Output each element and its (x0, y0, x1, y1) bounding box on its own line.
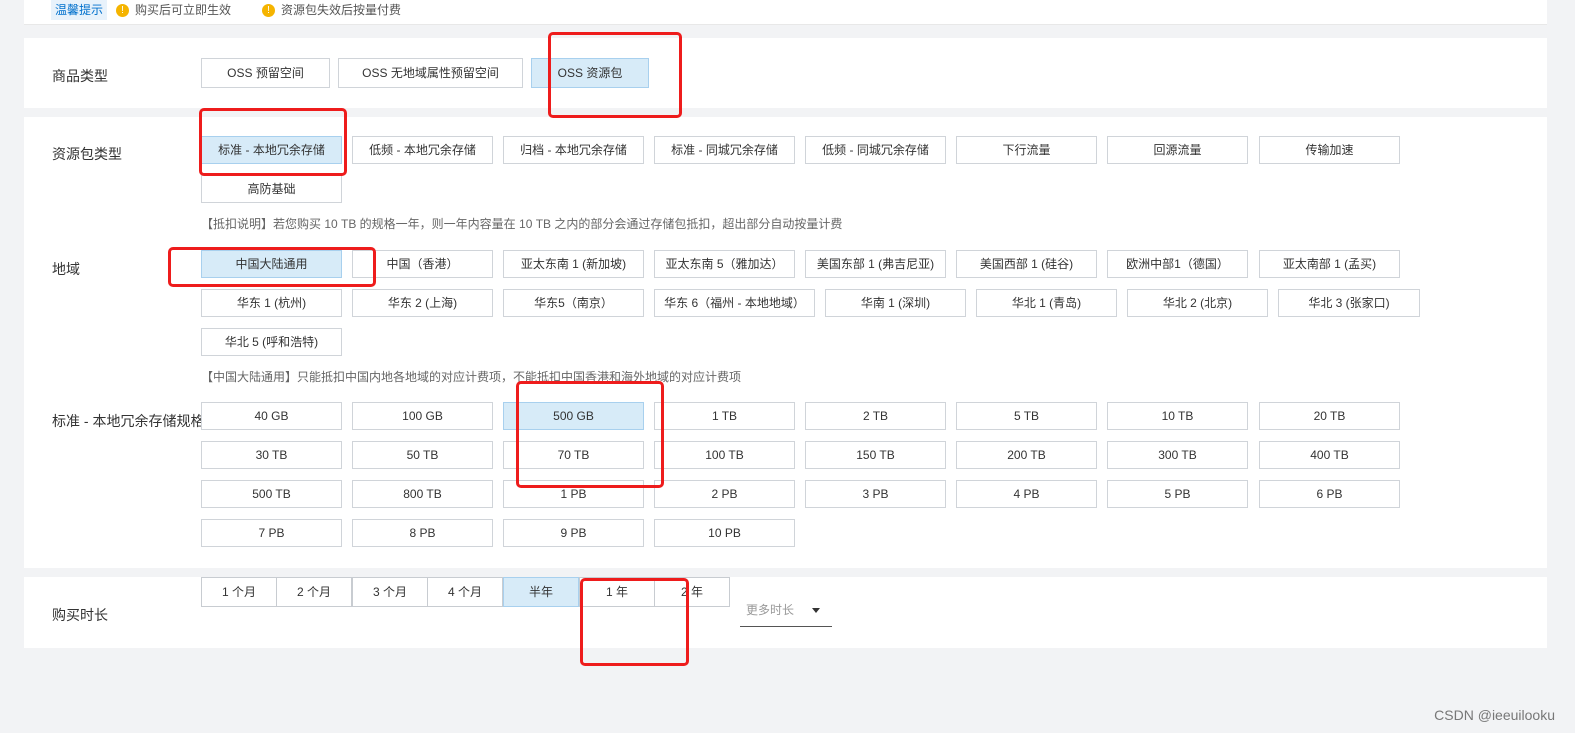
watermark: CSDN @ieeuilooku (1434, 707, 1555, 723)
duration-option-1[interactable]: 2 个月 (276, 577, 352, 607)
spec-option-8[interactable]: 30 TB (201, 441, 342, 469)
region-option-12[interactable]: 华南 1 (深圳) (825, 289, 966, 317)
spec-label: 标准 - 本地冗余存储规格 (52, 413, 205, 429)
package-option-5[interactable]: 下行流量 (956, 136, 1097, 164)
duration-option-3[interactable]: 4 个月 (427, 577, 503, 607)
region-option-5[interactable]: 美国西部 1 (硅谷) (956, 250, 1097, 278)
spec-option-23[interactable]: 6 PB (1259, 480, 1400, 508)
region-option-14[interactable]: 华北 2 (北京) (1127, 289, 1268, 317)
spec-option-25[interactable]: 8 PB (352, 519, 493, 547)
region-option-15[interactable]: 华北 3 (张家口) (1278, 289, 1420, 317)
spec-option-6[interactable]: 10 TB (1107, 402, 1248, 430)
spec-option-5[interactable]: 5 TB (956, 402, 1097, 430)
package-option-4[interactable]: 低频 - 同城冗余存储 (805, 136, 946, 164)
spec-option-26[interactable]: 9 PB (503, 519, 644, 547)
tips-tag: 温馨提示 (51, 0, 108, 20)
duration-option-5[interactable]: 1 年 (579, 577, 655, 607)
region-option-10[interactable]: 华东5（南京） (503, 289, 644, 317)
spec-option-20[interactable]: 3 PB (805, 480, 946, 508)
region-option-9[interactable]: 华东 2 (上海) (352, 289, 493, 317)
spec-option-24[interactable]: 7 PB (201, 519, 342, 547)
package-option-2[interactable]: 归档 - 本地冗余存储 (503, 136, 644, 164)
spec-option-3[interactable]: 1 TB (654, 402, 795, 430)
duration-option-6[interactable]: 2 年 (654, 577, 730, 607)
spec-option-22[interactable]: 5 PB (1107, 480, 1248, 508)
package-config-section: 资源包类型 标准 - 本地冗余存储 低频 - 本地冗余存储 归档 - 本地冗余存储标… (24, 117, 1547, 568)
spec-option-17[interactable]: 800 TB (352, 480, 493, 508)
spec-option-13[interactable]: 200 TB (956, 441, 1097, 469)
package-type-label: 资源包类型 (52, 146, 122, 162)
duration-option-2[interactable]: 3 个月 (352, 577, 428, 607)
product-type-section: 商品类型 OSS 预留空间 OSS 无地域属性预留空间 OSS 资源包 (24, 38, 1547, 108)
duration-option-4[interactable]: 半年 (503, 577, 579, 607)
duration-option-0[interactable]: 1 个月 (201, 577, 277, 607)
info-icon: ! (116, 3, 129, 17)
tips-bar: 温馨提示 ! 购买后可立即生效 ! 资源包失效后按量付费 (24, 0, 1547, 25)
package-option-0[interactable]: 标准 - 本地冗余存储 (201, 136, 342, 164)
spec-option-16[interactable]: 500 TB (201, 480, 342, 508)
tip-item: ! 购买后可立即生效 (116, 1, 231, 19)
region-option-4[interactable]: 美国东部 1 (弗吉尼亚) (805, 250, 946, 278)
spec-option-4[interactable]: 2 TB (805, 402, 946, 430)
package-option-6[interactable]: 回源流量 (1107, 136, 1248, 164)
spec-option-19[interactable]: 2 PB (654, 480, 795, 508)
tip-text: 购买后可立即生效 (135, 3, 232, 17)
product-option-oss-no-region-reserved[interactable]: OSS 无地域属性预留空间 (338, 58, 523, 88)
region-option-6[interactable]: 欧洲中部1（德国） (1107, 250, 1248, 278)
region-option-8[interactable]: 华东 1 (杭州) (201, 289, 342, 317)
package-option-1[interactable]: 低频 - 本地冗余存储 (352, 136, 493, 164)
product-type-label: 商品类型 (52, 68, 108, 84)
spec-option-10[interactable]: 70 TB (503, 441, 644, 469)
product-option-oss-reserved[interactable]: OSS 预留空间 (201, 58, 330, 88)
region-option-2[interactable]: 亚太东南 1 (新加坡) (503, 250, 644, 278)
package-option-3[interactable]: 标准 - 同城冗余存储 (654, 136, 795, 164)
spec-option-12[interactable]: 150 TB (805, 441, 946, 469)
spec-option-21[interactable]: 4 PB (956, 480, 1097, 508)
info-icon: ! (262, 3, 275, 17)
spec-option-7[interactable]: 20 TB (1259, 402, 1400, 430)
region-option-1[interactable]: 中国（香港） (352, 250, 493, 278)
spec-option-9[interactable]: 50 TB (352, 441, 493, 469)
spec-option-11[interactable]: 100 TB (654, 441, 795, 469)
spec-option-0[interactable]: 40 GB (201, 402, 342, 430)
spec-option-27[interactable]: 10 PB (654, 519, 795, 547)
chevron-down-icon (812, 608, 820, 613)
spec-option-1[interactable]: 100 GB (352, 402, 493, 430)
deduction-note: 【抵扣说明】若您购买 10 TB 的规格一年，则一年内容量在 10 TB 之内的… (201, 217, 843, 231)
region-label: 地域 (52, 261, 80, 277)
region-option-7[interactable]: 亚太南部 1 (孟买) (1259, 250, 1400, 278)
region-option-11[interactable]: 华东 6（福州 - 本地地域） (654, 289, 815, 317)
more-duration-select[interactable]: 更多时长 (740, 595, 832, 627)
product-option-oss-package[interactable]: OSS 资源包 (531, 58, 649, 88)
tip-item: ! 资源包失效后按量付费 (262, 1, 401, 19)
duration-section: 购买时长 1 个月 2 个月 3 个月 4 个月 半年 1 年2 年 更多时长 (24, 577, 1547, 648)
region-option-16[interactable]: 华北 5 (呼和浩特) (201, 328, 342, 356)
region-note: 【中国大陆通用】只能抵扣中国内地各地域的对应计费项，不能抵扣中国香港和海外地域的… (201, 370, 742, 384)
region-option-0[interactable]: 中国大陆通用 (201, 250, 342, 278)
spec-option-14[interactable]: 300 TB (1107, 441, 1248, 469)
spec-option-2[interactable]: 500 GB (503, 402, 644, 430)
package-option-8[interactable]: 高防基础 (201, 175, 342, 203)
more-duration-text: 更多时长 (746, 603, 795, 617)
duration-label: 购买时长 (52, 607, 108, 623)
spec-option-18[interactable]: 1 PB (503, 480, 644, 508)
tip-text: 资源包失效后按量付费 (281, 3, 402, 17)
region-option-13[interactable]: 华北 1 (青岛) (976, 289, 1117, 317)
spec-option-15[interactable]: 400 TB (1259, 441, 1400, 469)
package-option-7[interactable]: 传输加速 (1259, 136, 1400, 164)
region-option-3[interactable]: 亚太东南 5（雅加达） (654, 250, 795, 278)
